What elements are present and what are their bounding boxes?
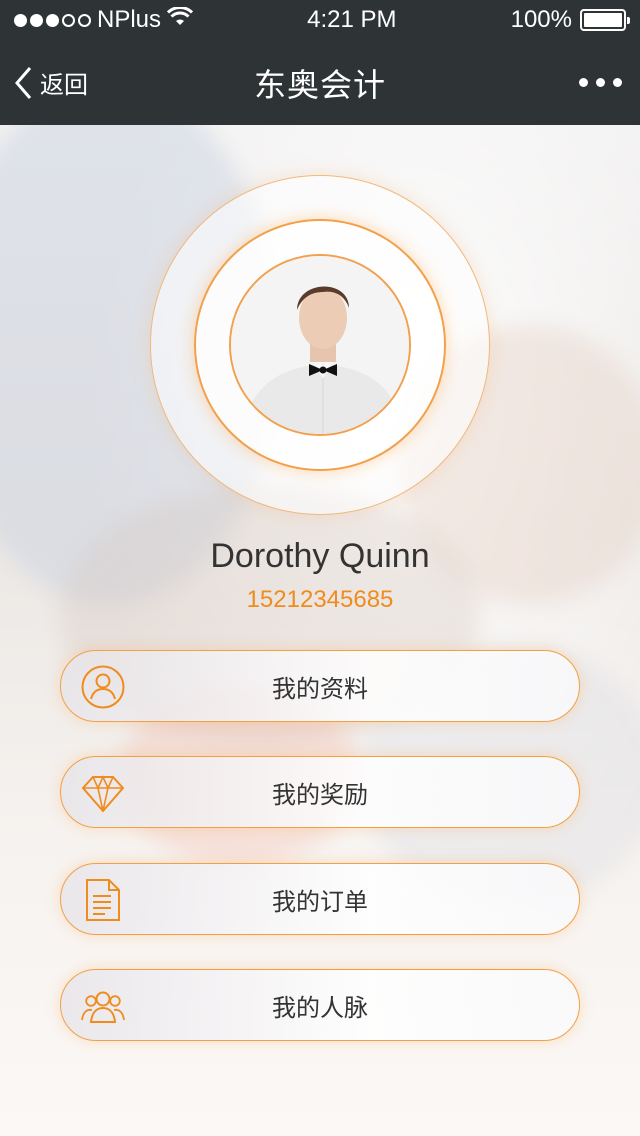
menu-label: 我的订单 [272, 888, 368, 916]
chevron-left-icon [15, 66, 32, 99]
battery-icon [580, 9, 630, 31]
avatar-rings [150, 175, 490, 515]
back-button[interactable]: 返回 [14, 40, 88, 125]
menu-label: 我的人脉 [272, 994, 368, 1022]
more-dot-icon [579, 78, 588, 87]
page-title: 东奥会计 [253, 66, 386, 103]
people-icon [81, 984, 125, 1028]
diamond-icon [81, 771, 125, 815]
status-left: NPlus [14, 6, 194, 34]
carrier-name: NPlus [97, 6, 162, 33]
more-dot-icon [613, 78, 622, 87]
menu-label: 我的奖励 [272, 781, 368, 809]
back-label: 返回 [40, 72, 88, 99]
status-right: 100% [510, 6, 630, 34]
battery-percent: 100% [510, 6, 572, 33]
my-network-button[interactable]: 我的人脉 [60, 969, 580, 1041]
my-rewards-button[interactable]: 我的奖励 [60, 756, 580, 828]
avatar[interactable] [229, 254, 411, 436]
menu-label: 我的资料 [272, 675, 368, 703]
status-time: 4:21 PM [307, 6, 397, 33]
more-menu-button[interactable] [579, 40, 622, 125]
my-profile-button[interactable]: 我的资料 [60, 650, 580, 722]
profile-name: Dorothy Quinn [210, 537, 430, 575]
nav-bar: 返回 东奥会计 [0, 40, 640, 125]
document-icon [81, 878, 125, 922]
more-dot-icon [596, 78, 605, 87]
user-icon [81, 665, 125, 709]
status-bar: NPlus 4:21 PM 100% [0, 0, 640, 40]
signal-strength-icon [14, 13, 91, 27]
my-orders-button[interactable]: 我的订单 [60, 863, 580, 935]
profile-phone: 15212345685 [246, 586, 394, 613]
wifi-icon [166, 6, 194, 34]
